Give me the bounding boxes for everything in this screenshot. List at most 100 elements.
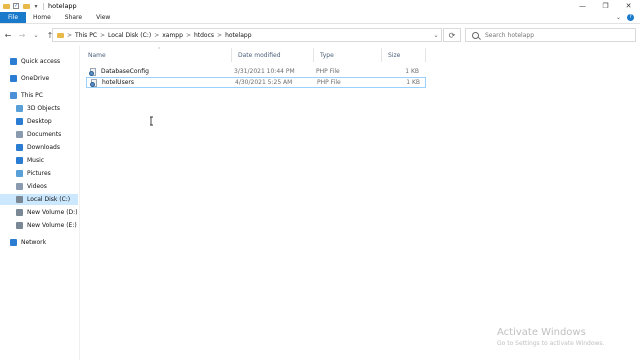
sidebar-item-desktop[interactable]: Desktop [0,116,78,127]
sidebar-item-3d-objects[interactable]: 3D Objects [0,103,78,114]
column-header-name[interactable]: Name ⌃ [82,47,232,62]
sidebar-item-quick-access[interactable]: Quick access [0,56,78,67]
sidebar-item-label: Quick access [21,58,61,65]
cloud-icon [10,75,17,82]
close-button[interactable]: ✕ [617,0,640,12]
breadcrumb-local-disk[interactable]: Local Disk (C:) [108,32,151,39]
drive-icon [16,222,23,229]
document-icon [16,131,23,138]
computer-icon [10,92,17,99]
php-file-icon [90,78,98,87]
tab-share[interactable]: Share [58,12,89,23]
download-icon [16,144,23,151]
column-header-size[interactable]: Size [382,48,426,62]
title-bar: ✓ ▾ hotelapp — ❐ ✕ [0,0,640,12]
breadcrumb-hotelapp[interactable]: hotelapp [225,32,251,39]
sidebar-item-network[interactable]: Network [0,237,78,248]
search-icon [472,31,479,39]
drive-icon [16,196,23,203]
breadcrumb-separator[interactable]: > [100,32,105,39]
sidebar-item-label: Documents [27,131,62,138]
refresh-button[interactable]: ⟳ [443,28,461,42]
sidebar-item-label: New Volume (E:) [27,222,77,229]
column-header-type[interactable]: Type [314,48,382,62]
file-name: DatabaseConfig [101,68,149,75]
php-file-icon [89,67,97,76]
sidebar-item-videos[interactable]: Videos [0,181,78,192]
sidebar-item-label: Desktop [27,118,52,125]
help-icon[interactable]: ? [627,14,634,21]
sidebar-item-new-volume-d[interactable]: New Volume (D:) [0,207,78,218]
file-row[interactable]: hotelUsers 4/30/2021 5:25 AM PHP File 1 KB [86,77,426,88]
folder-icon [57,32,64,38]
new-folder-icon[interactable] [22,3,30,10]
watermark-title: Activate Windows [497,327,586,338]
breadcrumb-htdocs[interactable]: htdocs [194,32,214,39]
tab-home[interactable]: Home [26,12,58,23]
forward-button[interactable]: → [16,29,28,41]
file-name-cell[interactable]: DatabaseConfig [86,67,230,76]
address-dropdown-button[interactable]: ⌄ [431,32,441,39]
file-date: 3/31/2021 10:44 PM [234,68,295,75]
breadcrumb-separator[interactable]: > [154,32,159,39]
breadcrumb-separator: > [67,31,73,39]
customize-toolbar-icon[interactable]: ▾ [32,3,40,10]
minimize-button[interactable]: — [571,0,594,12]
cube-icon [16,105,23,112]
search-input[interactable] [485,31,625,39]
sidebar-item-documents[interactable]: Documents [0,129,78,140]
file-date: 4/30/2021 5:25 AM [235,79,293,86]
sidebar-item-pictures[interactable]: Pictures [0,168,78,179]
window-title: hotelapp [48,2,77,10]
sort-ascending-icon: ⌃ [157,47,162,53]
sidebar-item-label: Network [21,239,47,246]
file-type: PHP File [317,79,341,86]
file-size: 1 KB [405,68,419,75]
sidebar-item-downloads[interactable]: Downloads [0,142,78,153]
maximize-button[interactable]: ❐ [594,0,617,12]
back-button[interactable]: ← [2,29,14,41]
window-controls: — ❐ ✕ [571,0,640,12]
file-name: hotelUsers [102,79,134,86]
sidebar-item-label: Pictures [27,170,51,177]
sidebar-item-new-volume-e[interactable]: New Volume (E:) [0,220,78,231]
sidebar-item-this-pc[interactable]: This PC [0,90,78,101]
file-name-cell[interactable]: hotelUsers [87,78,231,87]
videos-icon [16,183,23,190]
recent-locations-button[interactable]: ⌄ [30,29,42,41]
sidebar-item-label: Music [27,157,45,164]
activate-windows-watermark: Activate Windows Go to Settings to activ… [497,327,604,347]
sidebar-item-local-disk-c[interactable]: Local Disk (C:) [0,194,78,205]
tab-file[interactable]: File [0,12,27,23]
drive-icon [16,209,23,216]
column-name-label: Name [88,51,106,59]
file-list: Name ⌃ Date modified Type Size DatabaseC… [82,46,640,360]
breadcrumb-separator[interactable]: > [186,32,191,39]
properties-icon[interactable]: ✓ [12,3,20,10]
file-type: PHP File [316,68,340,75]
breadcrumb-xampp[interactable]: xampp [162,32,183,39]
column-header-date[interactable]: Date modified [232,48,314,62]
file-row[interactable]: DatabaseConfig 3/31/2021 10:44 PM PHP File… [86,66,426,77]
sidebar-item-music[interactable]: Music [0,155,78,166]
sidebar-item-onedrive[interactable]: OneDrive [0,73,78,84]
search-box[interactable] [465,28,636,42]
sidebar-item-label: Videos [27,183,47,190]
file-size: 1 KB [406,79,420,86]
folder-icon [2,3,10,10]
sidebar-item-label: Downloads [27,144,60,151]
desktop-icon [16,118,23,125]
sidebar-item-label: New Volume (D:) [27,209,78,216]
tab-view[interactable]: View [89,12,117,23]
address-bar[interactable]: > This PC > Local Disk (C:) > xampp > ht… [52,28,442,42]
navigation-bar: ← → ⌄ ↑ > This PC > Local Disk (C:) > xa… [0,26,640,44]
sidebar-item-label: This PC [21,92,43,99]
sidebar-item-label: Local Disk (C:) [27,196,71,203]
sidebar-item-label: OneDrive [21,75,50,82]
sidebar-item-label: 3D Objects [27,105,61,112]
breadcrumb-this-pc[interactable]: This PC [75,32,97,39]
breadcrumb-separator[interactable]: > [217,32,222,39]
watermark-subtitle: Go to Settings to activate Windows. [497,340,605,347]
network-icon [10,239,17,246]
chevron-down-icon[interactable]: ⌄ [616,14,621,21]
